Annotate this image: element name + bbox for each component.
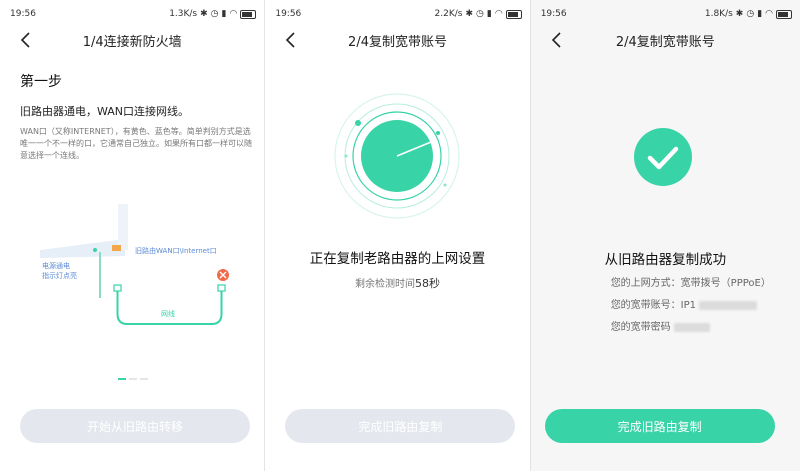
power-label-line2: 指示灯点亮 (42, 271, 77, 280)
screen-copying: 19:56 2.2K/s ✱ ◷ ▮ ◠ 2/4复制宽带账号 正在复制老路由器的… (265, 0, 530, 471)
cable-plug-left (113, 284, 122, 292)
cable-label: 网线 (161, 309, 175, 318)
finish-copy-button[interactable]: 完成旧路由复制 (285, 409, 516, 443)
wifi-icon: ◠ (229, 8, 238, 19)
nav-bar: 2/4复制宽带账号 (265, 26, 529, 54)
remaining-time: 剩余检测时间58秒 (265, 275, 529, 291)
start-transfer-button[interactable]: 开始从旧路由转移 (20, 409, 250, 443)
signal-icon: ▮ (757, 8, 763, 19)
status-bar: 19:56 1.8K/s ✱ ◷ ▮ ◠ (531, 0, 800, 26)
status-time: 19:56 (10, 9, 36, 19)
status-time: 19:56 (275, 9, 302, 19)
page-dot (140, 378, 148, 380)
step-description: 旧路由器通电，WAN口连接网线。 (20, 105, 190, 118)
broadband-account-text: 您的宽带账号：IP1 (610, 300, 697, 311)
step-title: 第一步 (20, 74, 62, 90)
cable-plug-right (217, 284, 226, 292)
router-side (118, 204, 128, 250)
page-title: 2/4复制宽带账号 (615, 35, 715, 50)
battery-icon (776, 9, 793, 19)
broadband-password: 您的宽带密码 (611, 318, 710, 333)
network-speed: 1.8K/s (704, 9, 733, 19)
bluetooth-icon: ✱ (735, 8, 744, 19)
remaining-seconds: 58秒 (415, 277, 441, 290)
page-indicator (118, 378, 148, 380)
broadband-password-text: 您的宽带密码 (610, 322, 671, 333)
wan-port-label: 旧路由WAN口\Internet口 (135, 246, 217, 255)
scanning-radar-icon (334, 93, 460, 219)
check-icon (633, 128, 692, 186)
redacted-password (673, 322, 710, 332)
broadband-account: 您的宽带账号：IP1 (611, 296, 758, 311)
wifi-icon: ◠ (765, 8, 774, 19)
nav-bar: 1/4连接新防火墙 (0, 26, 264, 54)
network-speed: 1.3K/s (169, 9, 198, 19)
remaining-time-label: 剩余检测时间 (355, 279, 416, 290)
battery-icon (505, 9, 522, 19)
redacted-account (699, 300, 758, 310)
router-illustration: 旧路由WAN口\Internet口 电源通电 指示灯点亮 网线 (40, 204, 229, 325)
page-dot-active (118, 378, 126, 380)
signal-icon: ▮ (486, 8, 492, 19)
wan-port (112, 245, 121, 251)
alarm-icon: ◷ (746, 8, 755, 19)
copying-status-text: 正在复制老路由器的上网设置 (309, 251, 486, 267)
status-time: 19:56 (540, 9, 567, 19)
success-title: 从旧路由器复制成功 (604, 252, 727, 268)
finish-copy-button[interactable]: 完成旧路由复制 (544, 409, 775, 443)
wifi-icon: ◠ (494, 8, 503, 19)
power-label-line1: 电源通电 (42, 261, 70, 270)
page-title: 1/4连接新防火墙 (82, 35, 182, 50)
signal-icon: ▮ (221, 8, 227, 19)
nav-bar: 2/4复制宽带账号 (531, 26, 800, 54)
page-dot (129, 378, 137, 380)
screen-connect-firewall: 19:56 1.3K/s ✱ ◷ ▮ ◠ 1/4连接新防火墙 第一步 旧路由器通… (0, 0, 265, 471)
network-speed: 2.2K/s (434, 9, 463, 19)
bluetooth-icon: ✱ (465, 8, 474, 19)
alarm-icon: ◷ (476, 8, 484, 19)
screenshot-row: 19:56 1.3K/s ✱ ◷ ▮ ◠ 1/4连接新防火墙 第一步 旧路由器通… (0, 0, 800, 471)
network-cable (116, 291, 223, 325)
status-bar: 19:56 1.3K/s ✱ ◷ ▮ ◠ (0, 0, 264, 26)
page-title: 2/4复制宽带账号 (348, 35, 447, 50)
screen-copy-success: 19:56 1.8K/s ✱ ◷ ▮ ◠ 2/4复制宽带账号 从旧路由器复制成功… (530, 0, 800, 471)
battery-icon (240, 9, 257, 19)
alarm-icon: ◷ (210, 8, 219, 19)
power-indicator (93, 248, 97, 252)
status-bar: 19:56 2.2K/s ✱ ◷ ▮ ◠ (265, 0, 529, 26)
bluetooth-icon: ✱ (200, 8, 208, 19)
step-note: WAN口（又称INTERNET），有黄色、蓝色等。简单判别方式是选唯一一个不一样… (20, 127, 252, 160)
connection-mode: 您的上网方式：宽带拨号（PPPoE） (610, 278, 771, 289)
